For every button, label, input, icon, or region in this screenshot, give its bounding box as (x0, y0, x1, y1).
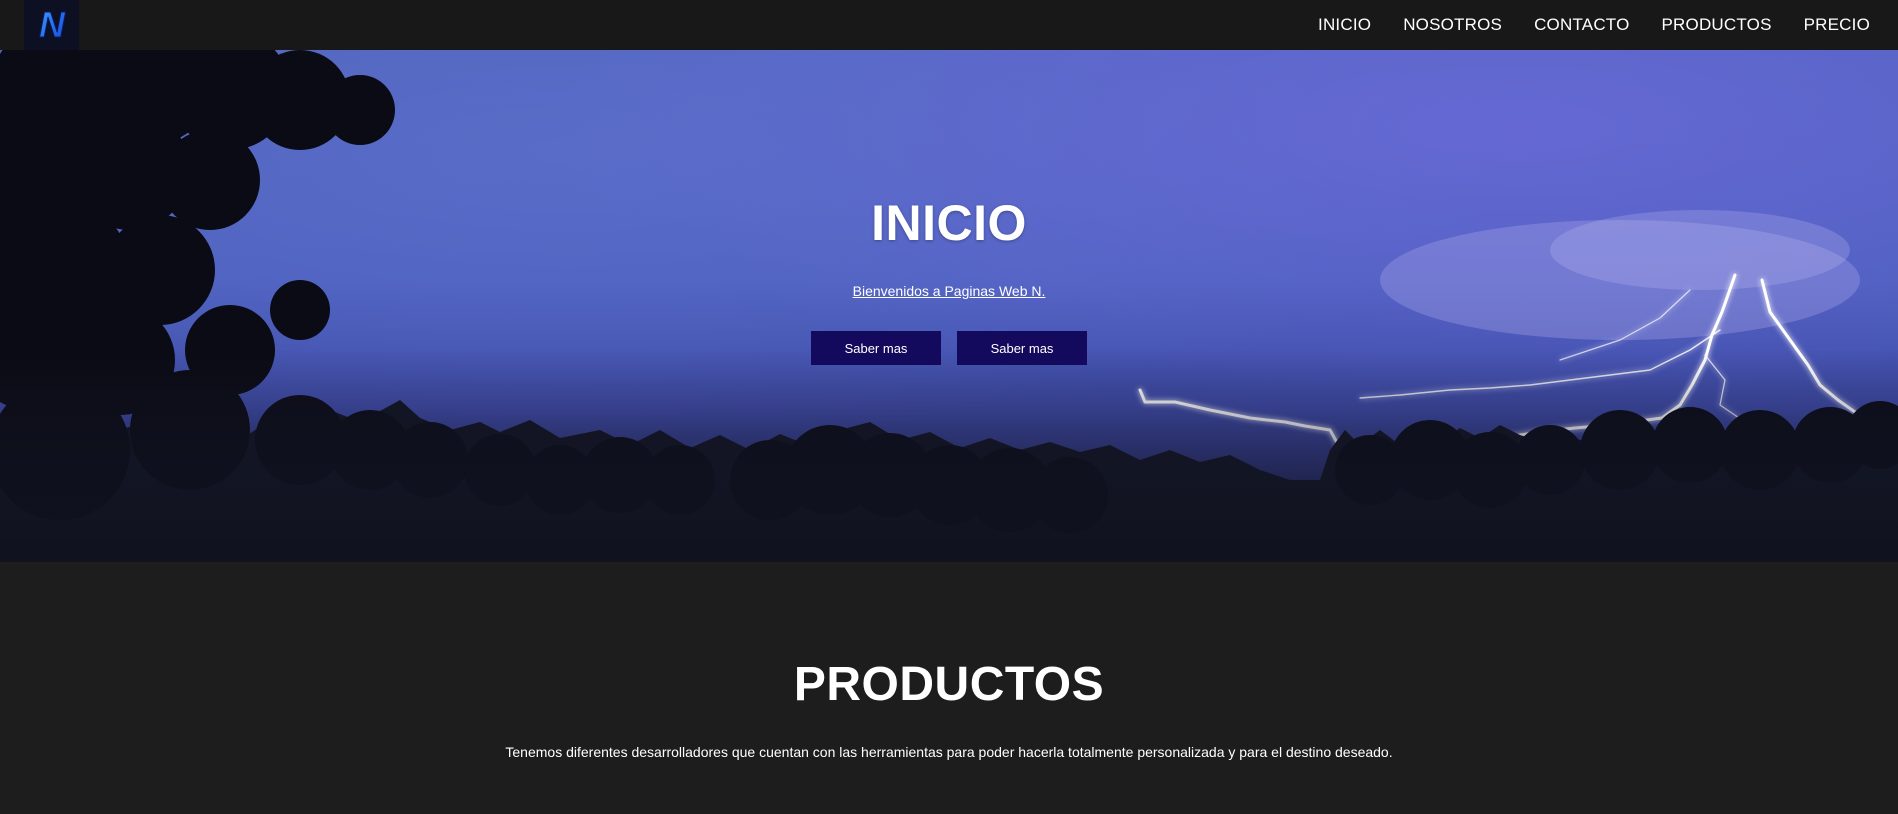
hero-title: INICIO (871, 195, 1027, 251)
nav-link-inicio[interactable]: INICIO (1318, 15, 1371, 35)
hero-subtitle-link[interactable]: Bienvenidos a Paginas Web N. (0, 283, 1898, 299)
logo-icon: N (38, 6, 66, 44)
nav-links: INICIO NOSOTROS CONTACTO PRODUCTOS PRECI… (1302, 15, 1886, 35)
saber-mas-button-2[interactable]: Saber mas (957, 331, 1087, 365)
nav-link-productos[interactable]: PRODUCTOS (1662, 15, 1772, 35)
svg-text:N: N (39, 6, 66, 44)
nav-link-nosotros[interactable]: NOSOTROS (1403, 15, 1502, 35)
productos-section: PRODUCTOS Tenemos diferentes desarrollad… (0, 562, 1898, 814)
navbar: N INICIO NOSOTROS CONTACTO PRODUCTOS PRE… (0, 0, 1898, 50)
hero-background-image (0, 50, 1898, 562)
logo[interactable]: N (24, 0, 79, 50)
hero-buttons: Saber mas Saber mas (0, 331, 1898, 365)
productos-title: PRODUCTOS (793, 658, 1105, 711)
nav-link-contacto[interactable]: CONTACTO (1534, 15, 1629, 35)
nav-link-precio[interactable]: PRECIO (1804, 15, 1870, 35)
productos-description: Tenemos diferentes desarrolladores que c… (505, 744, 1393, 760)
saber-mas-button-1[interactable]: Saber mas (811, 331, 941, 365)
hero-section: INICIO Bienvenidos a Paginas Web N. Sabe… (0, 50, 1898, 562)
